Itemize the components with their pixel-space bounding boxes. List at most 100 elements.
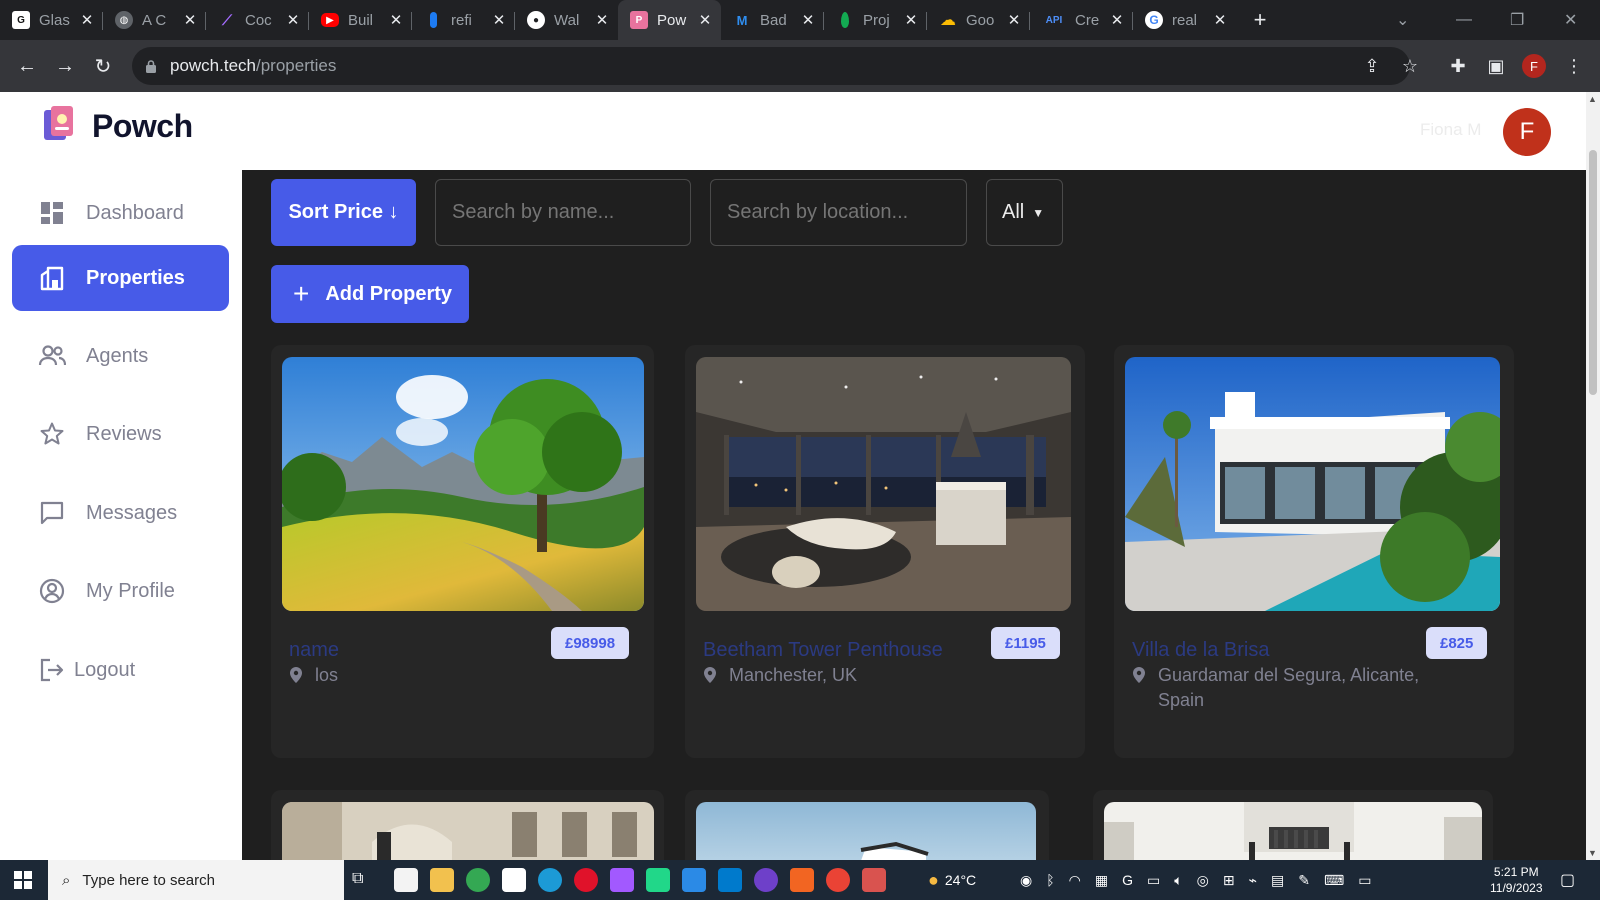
- pen-icon[interactable]: ✎: [1298, 872, 1310, 889]
- tray-app-icon[interactable]: ⊞: [1223, 872, 1235, 889]
- browser-menu-icon[interactable]: ⋮: [1560, 52, 1588, 80]
- window-close-icon[interactable]: ✕: [1564, 0, 1577, 40]
- figma-icon[interactable]: [610, 868, 634, 892]
- vscode-icon[interactable]: [718, 868, 742, 892]
- property-price-badge: £825: [1426, 627, 1488, 659]
- close-tab-icon[interactable]: ✕: [1109, 11, 1125, 29]
- browser-tab[interactable]: Proj ✕: [824, 0, 927, 40]
- property-card[interactable]: [685, 790, 1049, 860]
- close-tab-icon[interactable]: ✕: [285, 11, 301, 29]
- property-card[interactable]: [1093, 790, 1493, 860]
- volume-icon[interactable]: 🔈︎: [1174, 872, 1182, 889]
- browser-tab[interactable]: G real ✕: [1133, 0, 1236, 40]
- sidebar-item-my-profile[interactable]: My Profile: [12, 558, 229, 624]
- bluetooth-icon[interactable]: ᛒ: [1046, 872, 1054, 888]
- battery-icon[interactable]: ▭: [1147, 872, 1160, 889]
- type-select[interactable]: All ▼: [986, 179, 1063, 246]
- close-tab-icon[interactable]: ✕: [388, 11, 404, 29]
- tray-app-icon[interactable]: ▭: [1358, 872, 1371, 889]
- new-tab-button[interactable]: +: [1242, 0, 1278, 40]
- app-icon[interactable]: [862, 868, 886, 892]
- chrome-icon[interactable]: [466, 868, 490, 892]
- file-explorer-icon[interactable]: [430, 868, 454, 892]
- extensions-icon[interactable]: ✚: [1444, 52, 1472, 80]
- search-name-input[interactable]: [435, 179, 691, 246]
- opera-icon[interactable]: [574, 868, 598, 892]
- task-view-icon[interactable]: ⧉: [352, 870, 363, 888]
- network-icon[interactable]: ⌁: [1249, 872, 1257, 889]
- close-tab-icon[interactable]: ✕: [903, 11, 919, 29]
- weather-widget[interactable]: ● 24°C: [928, 860, 976, 900]
- github-desktop-icon[interactable]: [754, 868, 778, 892]
- search-location-input[interactable]: [710, 179, 967, 246]
- windows-start-icon[interactable]: [14, 871, 32, 894]
- close-tab-icon[interactable]: ✕: [800, 11, 816, 29]
- taskbar-search-box[interactable]: ⌕ Type here to search: [48, 860, 344, 900]
- side-panel-icon[interactable]: ▣: [1482, 52, 1510, 80]
- minimize-icon[interactable]: —: [1456, 0, 1472, 40]
- sort-price-button[interactable]: Sort Price ↓: [271, 179, 416, 246]
- keyboard-icon[interactable]: ⌨: [1324, 872, 1344, 889]
- back-icon[interactable]: ←: [8, 47, 46, 85]
- clock[interactable]: 5:21 PM 11/9/2023: [1490, 860, 1543, 900]
- sidebar-item-messages[interactable]: Messages: [12, 480, 229, 546]
- property-card[interactable]: [271, 790, 664, 860]
- property-card[interactable]: Villa de la Brisa £825 Guardamar del Seg…: [1114, 345, 1514, 758]
- close-tab-icon[interactable]: ✕: [1212, 11, 1228, 29]
- browser-tab[interactable]: refi ✕: [412, 0, 515, 40]
- share-icon[interactable]: ⇪: [1358, 52, 1386, 80]
- sidebar-item-logout[interactable]: Logout: [12, 637, 229, 703]
- tray-app-icon[interactable]: ◎: [1197, 872, 1209, 889]
- tray-app-icon[interactable]: ▦: [1095, 872, 1108, 889]
- browser-tab[interactable]: ▶ Buil ✕: [309, 0, 412, 40]
- browser-tab[interactable]: ◍ A C ✕: [103, 0, 206, 40]
- microsoft-store-icon[interactable]: [394, 868, 418, 892]
- sidebar-item-reviews[interactable]: Reviews: [12, 401, 229, 467]
- edge-icon[interactable]: [538, 868, 562, 892]
- close-tab-icon[interactable]: ✕: [697, 11, 713, 29]
- tray-app-icon[interactable]: ▤: [1271, 872, 1284, 889]
- scroll-up-icon[interactable]: ▲: [1588, 94, 1597, 104]
- browser-tab[interactable]: ● Wal ✕: [515, 0, 618, 40]
- address-bar[interactable]: powch.tech/properties: [132, 47, 1410, 85]
- browser-tab[interactable]: G Glas ✕: [0, 0, 103, 40]
- chrome-active-icon[interactable]: [826, 868, 850, 892]
- pycharm-icon[interactable]: [646, 868, 670, 892]
- tray-app-icon[interactable]: ◉: [1020, 872, 1032, 889]
- xampp-icon[interactable]: [790, 868, 814, 892]
- tab-search-icon[interactable]: ⌄: [1396, 0, 1409, 40]
- browser-tab-active[interactable]: P Pow ✕: [618, 0, 721, 40]
- forward-icon[interactable]: →: [46, 47, 84, 85]
- close-tab-icon[interactable]: ✕: [594, 11, 610, 29]
- browser-tab[interactable]: M Bad ✕: [721, 0, 824, 40]
- scroll-down-icon[interactable]: ▼: [1588, 848, 1597, 858]
- close-tab-icon[interactable]: ✕: [182, 11, 198, 29]
- restore-icon[interactable]: ❐: [1510, 0, 1524, 40]
- browser-tab[interactable]: ☁ Goo ✕: [927, 0, 1030, 40]
- browser-tab[interactable]: API Cre ✕: [1030, 0, 1133, 40]
- bookmark-star-icon[interactable]: ☆: [1396, 52, 1424, 80]
- property-photo: [1125, 357, 1500, 611]
- sidebar-item-properties[interactable]: Properties: [12, 245, 229, 311]
- sidebar-item-agents[interactable]: Agents: [12, 323, 229, 389]
- property-card[interactable]: Beetham Tower Penthouse £1195 Manchester…: [685, 345, 1085, 758]
- user-avatar[interactable]: F: [1503, 108, 1551, 156]
- notifications-icon[interactable]: ▢: [1560, 870, 1575, 890]
- scrollbar-thumb[interactable]: [1589, 150, 1597, 395]
- browser-profile-avatar[interactable]: F: [1522, 54, 1546, 78]
- google-tray-icon[interactable]: G: [1122, 872, 1133, 888]
- notepad-icon[interactable]: [502, 868, 526, 892]
- sidebar-item-dashboard[interactable]: Dashboard: [12, 180, 229, 246]
- close-tab-icon[interactable]: ✕: [79, 11, 95, 29]
- close-tab-icon[interactable]: ✕: [491, 11, 507, 29]
- mail-icon[interactable]: [682, 868, 706, 892]
- reload-icon[interactable]: ↻: [84, 47, 122, 85]
- add-property-button[interactable]: + Add Property: [271, 265, 469, 323]
- clock-time: 5:21 PM: [1493, 865, 1539, 879]
- close-tab-icon[interactable]: ✕: [1006, 11, 1022, 29]
- browser-tab[interactable]: ⟋ Coc ✕: [206, 0, 309, 40]
- property-card[interactable]: name £98998 los: [271, 345, 654, 758]
- url-host: powch.tech: [170, 56, 256, 75]
- wifi-icon[interactable]: ◠: [1069, 872, 1081, 889]
- page-scrollbar[interactable]: ▲ ▼: [1586, 92, 1600, 860]
